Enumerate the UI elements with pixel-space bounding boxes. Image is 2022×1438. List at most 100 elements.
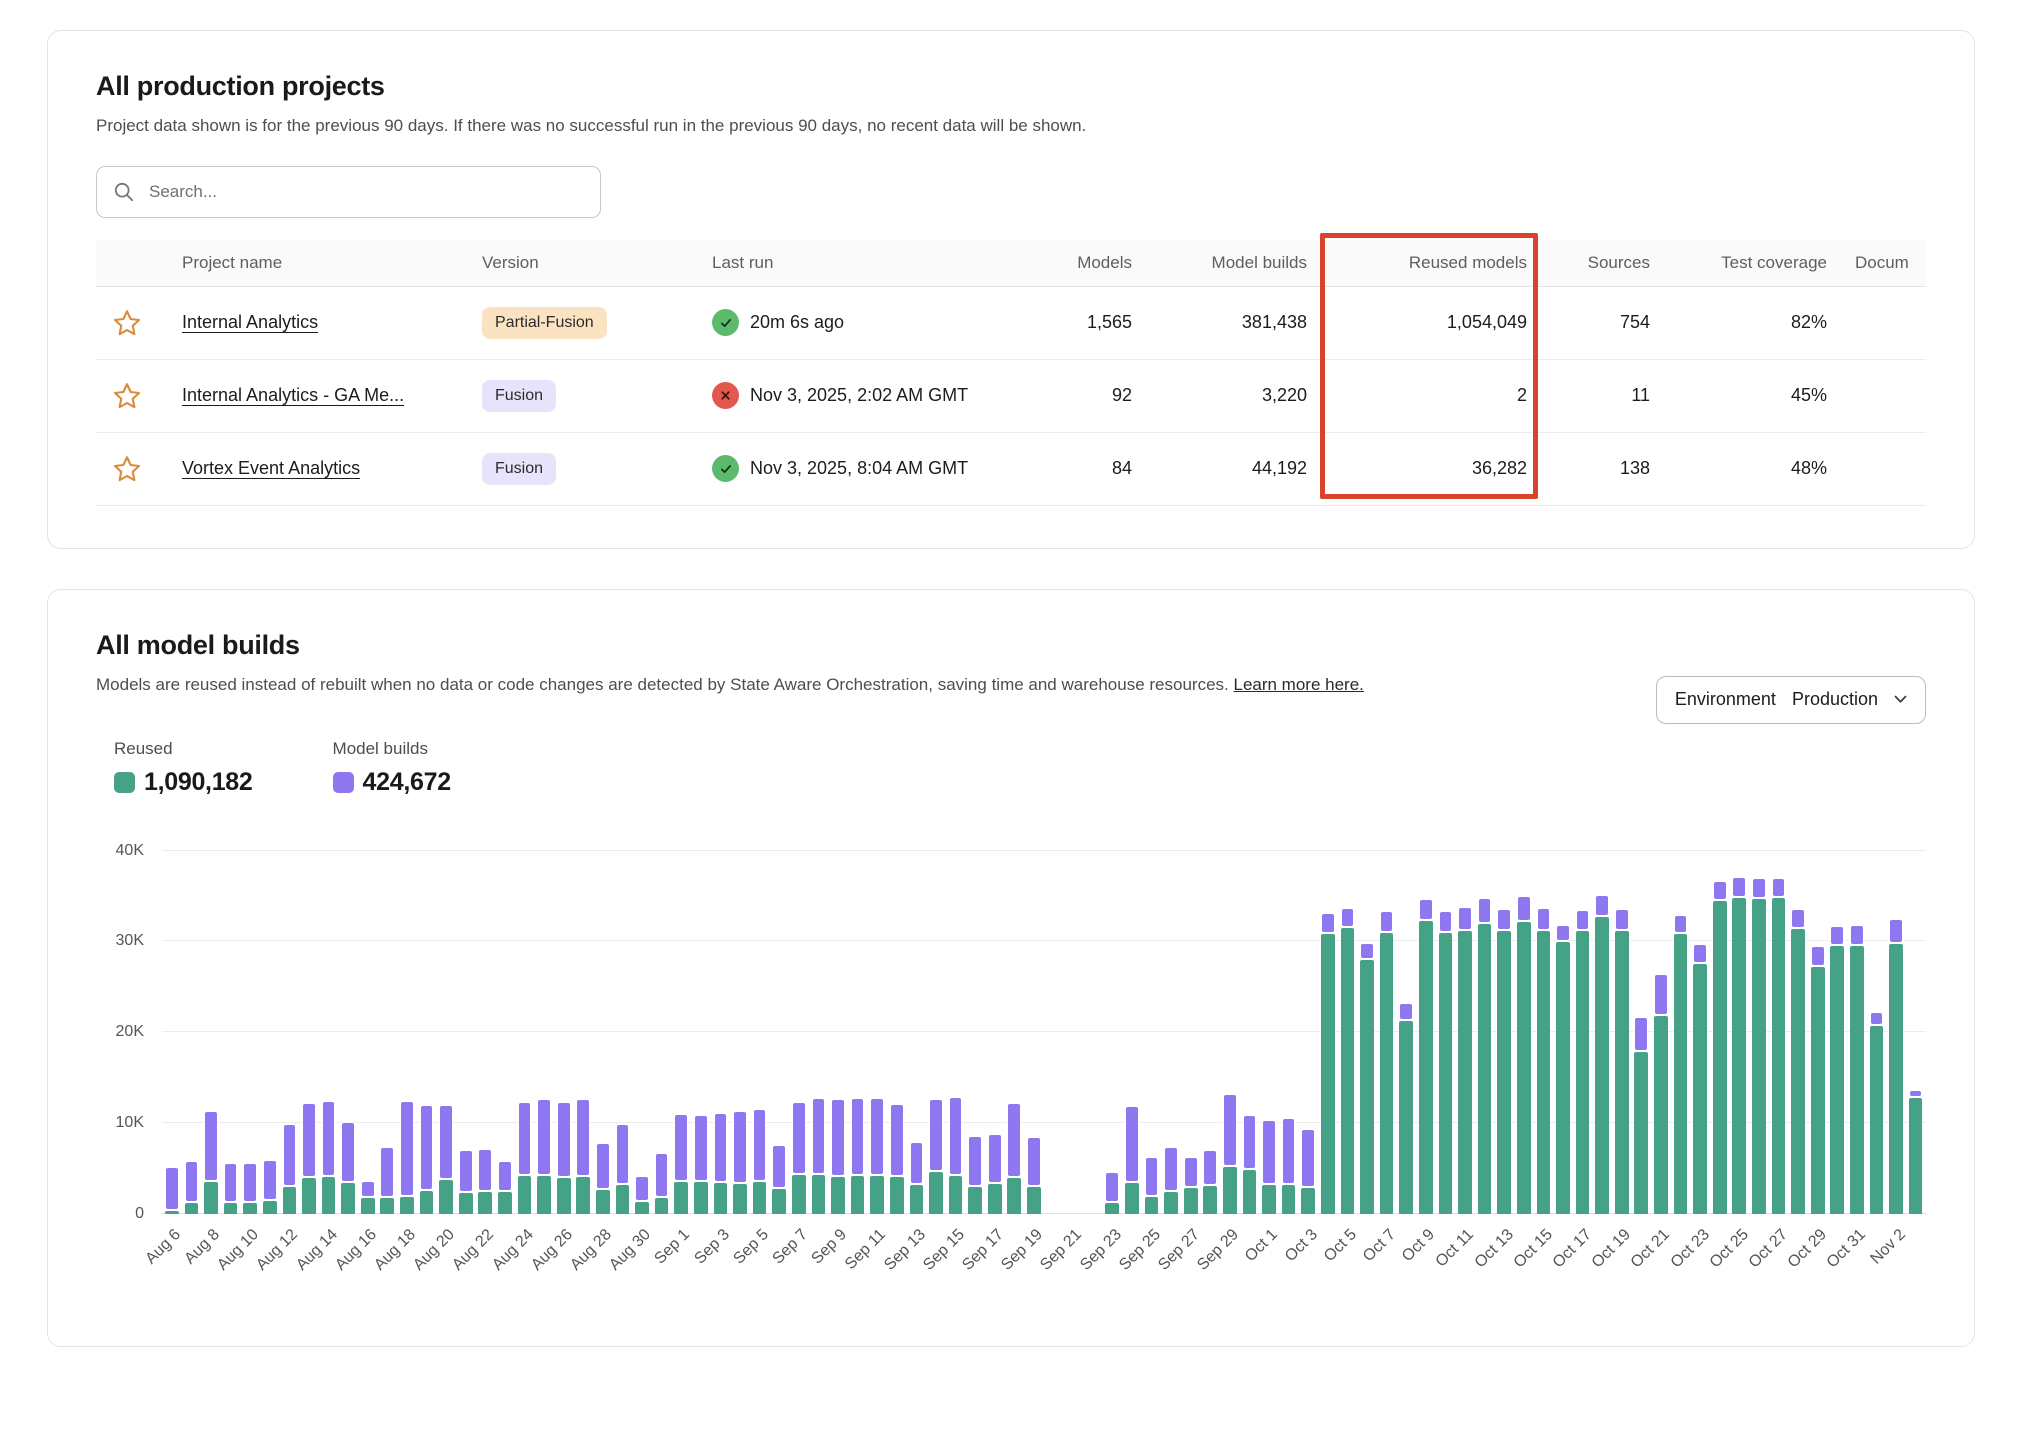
environment-select[interactable]: Environment Production xyxy=(1656,676,1926,724)
bar-segment-reused xyxy=(1615,931,1629,1214)
stacked-bar xyxy=(557,1102,571,1214)
last-run-text: Nov 3, 2025, 2:02 AM GMT xyxy=(750,385,968,406)
bar-slot xyxy=(652,851,672,1214)
bar-segment-reused xyxy=(576,1177,590,1214)
stacked-bar xyxy=(498,1161,512,1214)
x-tick-label: Oct 17 xyxy=(1550,1226,1596,1272)
bar-slot xyxy=(1534,851,1554,1214)
stacked-bar xyxy=(1243,1115,1257,1214)
version-cell: Fusion xyxy=(468,432,698,505)
star-icon xyxy=(112,454,142,484)
project-name-link[interactable]: Vortex Event Analytics xyxy=(182,458,360,478)
bar-segment-reused xyxy=(851,1176,865,1214)
bar-segment-model-builds xyxy=(1223,1094,1237,1166)
bar-slot xyxy=(1044,851,1064,1214)
projects-card-title: All production projects xyxy=(96,71,1926,102)
col-header-models[interactable]: Models xyxy=(1028,240,1146,287)
stacked-bar xyxy=(1125,1106,1139,1214)
bar-segment-model-builds xyxy=(224,1163,238,1202)
bar-segment-reused xyxy=(1380,933,1394,1214)
version-badge: Fusion xyxy=(482,453,556,485)
y-tick-label: 40K xyxy=(96,842,144,860)
col-header-docum[interactable]: Docum xyxy=(1841,240,1926,287)
bar-segment-reused xyxy=(1909,1098,1923,1214)
stacked-bar xyxy=(459,1150,473,1214)
stacked-bar xyxy=(439,1105,453,1214)
reused-models-cell: 36,282 xyxy=(1321,432,1541,505)
bar-slot xyxy=(593,851,613,1214)
search-input[interactable] xyxy=(147,181,584,203)
stacked-bar xyxy=(694,1115,708,1214)
bar-slot xyxy=(907,851,927,1214)
col-header-project-name[interactable]: Project name xyxy=(168,240,468,287)
favorite-star-button[interactable] xyxy=(110,452,144,486)
bar-slot xyxy=(1573,851,1593,1214)
x-tick-label: Sep 3 xyxy=(691,1226,733,1268)
stacked-bar xyxy=(1654,974,1668,1214)
x-tick-label: Aug 10 xyxy=(214,1226,263,1275)
stacked-bar xyxy=(1301,1129,1315,1214)
bar-slot xyxy=(1632,851,1652,1214)
bar-segment-reused xyxy=(400,1197,414,1214)
stacked-bar xyxy=(1439,911,1453,1214)
stacked-bar xyxy=(1164,1147,1178,1214)
last-run-cell: Nov 3, 2025, 8:04 AM GMT xyxy=(698,432,1028,505)
bar-slot xyxy=(809,851,829,1214)
last-run-status: Nov 3, 2025, 2:02 AM GMT xyxy=(712,382,1014,409)
col-header-last-run[interactable]: Last run xyxy=(698,240,1028,287)
bar-segment-model-builds xyxy=(439,1105,453,1179)
col-header-reused-models[interactable]: Reused models xyxy=(1321,240,1541,287)
stacked-bar xyxy=(988,1134,1002,1214)
favorite-star-button[interactable] xyxy=(110,379,144,413)
legend-builds-swatch xyxy=(333,772,354,793)
bar-segment-reused xyxy=(812,1175,826,1214)
bar-slot xyxy=(1867,851,1887,1214)
favorite-star-button[interactable] xyxy=(110,306,144,340)
bar-slot xyxy=(965,851,985,1214)
version-cell: Fusion xyxy=(468,359,698,432)
bar-segment-reused xyxy=(1654,1016,1668,1214)
bar-slot xyxy=(1436,851,1456,1214)
bar-slot xyxy=(1259,851,1279,1214)
stacked-bar xyxy=(1203,1150,1217,1214)
col-header-version[interactable]: Version xyxy=(468,240,698,287)
project-name-link[interactable]: Internal Analytics - GA Me... xyxy=(182,385,404,405)
bar-slot xyxy=(1122,851,1142,1214)
bar-segment-reused xyxy=(1007,1178,1021,1214)
stacked-bar xyxy=(185,1161,199,1214)
bar-segment-model-builds xyxy=(733,1111,747,1183)
bar-segment-reused xyxy=(204,1182,218,1214)
col-header-test-coverage[interactable]: Test coverage xyxy=(1664,240,1841,287)
model-builds-cell: 3,220 xyxy=(1146,359,1321,432)
project-search-box[interactable] xyxy=(96,166,601,218)
bar-segment-model-builds xyxy=(537,1099,551,1175)
bar-segment-reused xyxy=(1791,929,1805,1214)
legend-reused-value: 1,090,182 xyxy=(144,768,253,797)
learn-more-link[interactable]: Learn more here. xyxy=(1233,675,1363,694)
bar-segment-model-builds xyxy=(635,1176,649,1201)
x-tick-label: Sep 29 xyxy=(1194,1226,1243,1275)
bar-segment-reused xyxy=(1870,1026,1884,1214)
stacked-bar xyxy=(1321,913,1335,1214)
col-header-sources[interactable]: Sources xyxy=(1541,240,1664,287)
bar-segment-model-builds xyxy=(1654,974,1668,1015)
bar-slot xyxy=(1553,851,1573,1214)
bar-segment-model-builds xyxy=(674,1114,688,1181)
bar-segment-reused xyxy=(1634,1052,1648,1214)
col-header-model-builds[interactable]: Model builds xyxy=(1146,240,1321,287)
y-tick-label: 20K xyxy=(96,1023,144,1041)
project-name-link[interactable]: Internal Analytics xyxy=(182,312,318,332)
bar-slot xyxy=(1181,851,1201,1214)
bar-segment-model-builds xyxy=(988,1134,1002,1183)
x-tick-label: Aug 20 xyxy=(410,1226,459,1275)
bar-slot xyxy=(1651,851,1671,1214)
chart-plot: 010K20K30K40K xyxy=(162,851,1926,1214)
bar-segment-reused xyxy=(185,1203,199,1214)
bar-segment-model-builds xyxy=(694,1115,708,1181)
bar-slot xyxy=(397,851,417,1214)
bar-segment-reused xyxy=(733,1184,747,1214)
bar-segment-model-builds xyxy=(1164,1147,1178,1191)
bar-slot xyxy=(1847,851,1867,1214)
bar-segment-reused xyxy=(1125,1183,1139,1214)
x-tick-label: Nov 2 xyxy=(1867,1226,1909,1268)
